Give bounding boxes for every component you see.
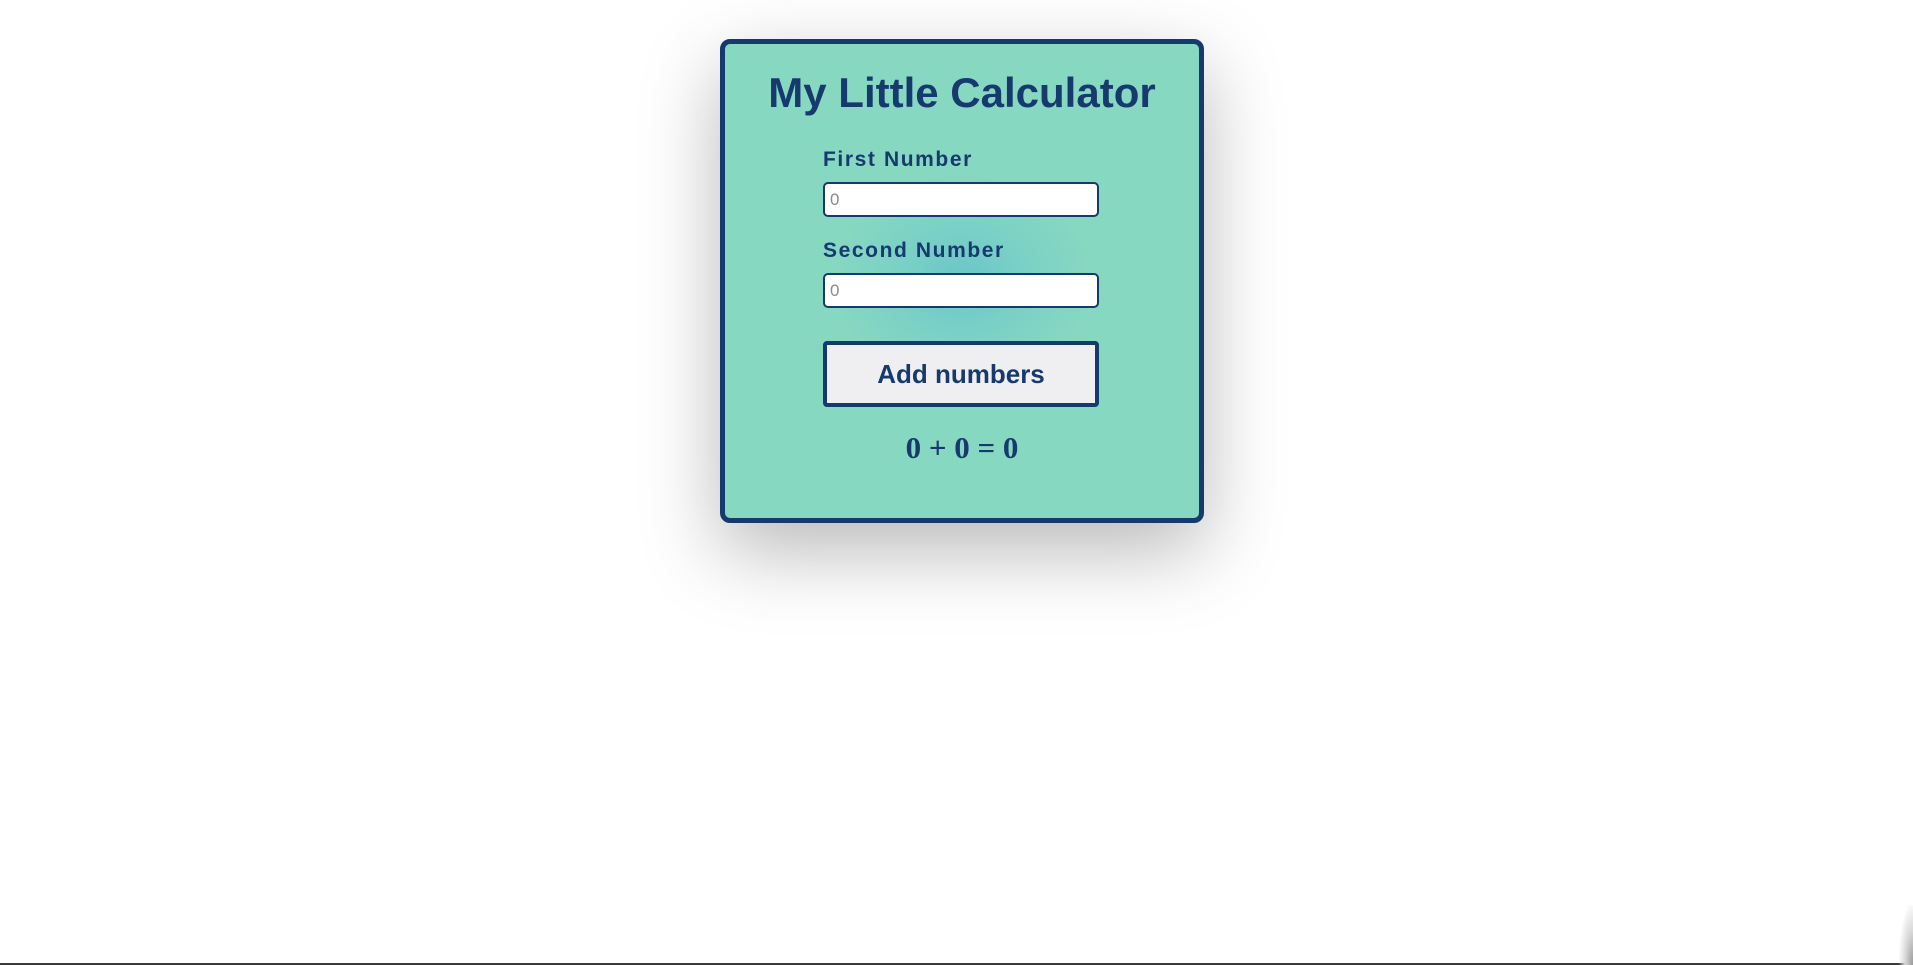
page-title: My Little Calculator xyxy=(768,69,1156,116)
calculator-card: My Little Calculator First Number Second… xyxy=(720,39,1204,523)
add-numbers-button[interactable]: Add numbers xyxy=(823,341,1099,407)
resize-corner-shadow xyxy=(1899,905,1913,965)
first-number-label: First Number xyxy=(823,148,973,171)
first-number-input[interactable] xyxy=(823,182,1099,217)
second-number-label: Second Number xyxy=(823,239,1005,262)
result-display: 0 + 0 = 0 xyxy=(905,430,1019,465)
second-number-input[interactable] xyxy=(823,273,1099,308)
